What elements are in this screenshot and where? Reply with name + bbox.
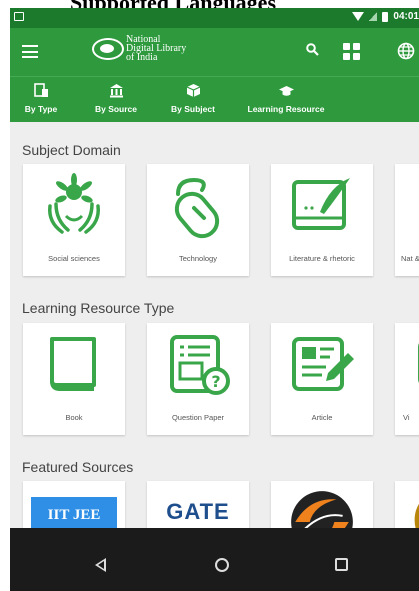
status-bar: 04:01 (10, 8, 419, 28)
people-hands-icon (48, 173, 100, 234)
cube-book-icon (186, 84, 200, 97)
tab-learning-resource[interactable]: Learning Resource (226, 77, 346, 122)
home-icon[interactable] (215, 558, 229, 572)
system-nav-bar (10, 528, 419, 591)
logo-text: National Digital Library of India (126, 34, 187, 63)
graduation-cap-icon (278, 86, 294, 96)
tab-by-source[interactable]: By Source (72, 77, 160, 122)
swayam-logo (291, 491, 353, 528)
source-card-iit-jee[interactable]: IIT JEE (23, 481, 125, 528)
learning-resource-row[interactable]: Book ? Question Paper Article Vi (23, 323, 419, 435)
tab-by-subject[interactable]: By Subject (160, 77, 226, 122)
iit-jee-logo: IIT JEE (31, 497, 117, 528)
section-title-subject-domain: Subject Domain (22, 142, 121, 158)
signal-icon (369, 12, 378, 21)
recents-icon[interactable] (335, 558, 348, 571)
ndli-logo[interactable]: National Digital Library of India (92, 34, 187, 63)
resource-card-article[interactable]: Article (271, 323, 373, 435)
source-card-swayam[interactable] (271, 481, 373, 528)
globe-language-icon[interactable] (397, 42, 415, 60)
subject-card-technology[interactable]: Technology (147, 164, 249, 276)
file-phone-icon (33, 83, 48, 97)
institution-icon (109, 84, 123, 98)
book-icon (50, 337, 96, 391)
wifi-icon (352, 12, 365, 21)
section-title-featured-sources: Featured Sources (22, 459, 134, 475)
home-content[interactable]: Subject Domain Social sciences Technolog… (10, 122, 419, 528)
hamburger-menu-icon[interactable] (22, 45, 38, 58)
source-card-gate[interactable]: GATE (147, 481, 249, 528)
logo-mark-icon (92, 37, 124, 60)
science-icon (412, 172, 419, 240)
browse-tab-bar: By Type By Source By Subject Learning Re… (10, 76, 419, 122)
app-bar: National Digital Library of India (10, 28, 419, 76)
gate-logo: GATE (166, 499, 230, 524)
search-icon[interactable] (306, 43, 319, 56)
subject-domain-row[interactable]: Social sciences Technology Literature & … (23, 164, 419, 276)
section-title-learning-resource-type: Learning Resource Type (22, 300, 175, 316)
notification-icon (14, 12, 24, 21)
resource-card-book[interactable]: Book (23, 323, 125, 435)
grid-view-icon[interactable] (343, 43, 360, 60)
back-icon[interactable] (95, 558, 106, 572)
tab-by-type[interactable]: By Type (10, 77, 72, 122)
seal-logo (414, 503, 419, 528)
video-icon (418, 343, 419, 383)
featured-sources-row[interactable]: IIT JEE GATE (23, 481, 419, 528)
subject-card-natural-sciences[interactable]: Nat & n (395, 164, 419, 276)
subject-card-social-sciences[interactable]: Social sciences (23, 164, 125, 276)
article-edit-icon (292, 337, 354, 391)
mouse-cable-icon (174, 177, 220, 239)
quill-paper-icon (292, 178, 350, 230)
battery-icon (382, 11, 389, 22)
resource-card-question-paper[interactable]: ? Question Paper (147, 323, 249, 435)
subject-card-literature-rhetoric[interactable]: Literature & rhetoric (271, 164, 373, 276)
source-card-seal[interactable] (395, 481, 419, 528)
status-time: 04:01 (393, 11, 419, 22)
resource-card-video[interactable]: Vi (395, 323, 419, 435)
question-paper-icon: ? (170, 335, 230, 395)
svg-text:?: ? (211, 372, 220, 391)
